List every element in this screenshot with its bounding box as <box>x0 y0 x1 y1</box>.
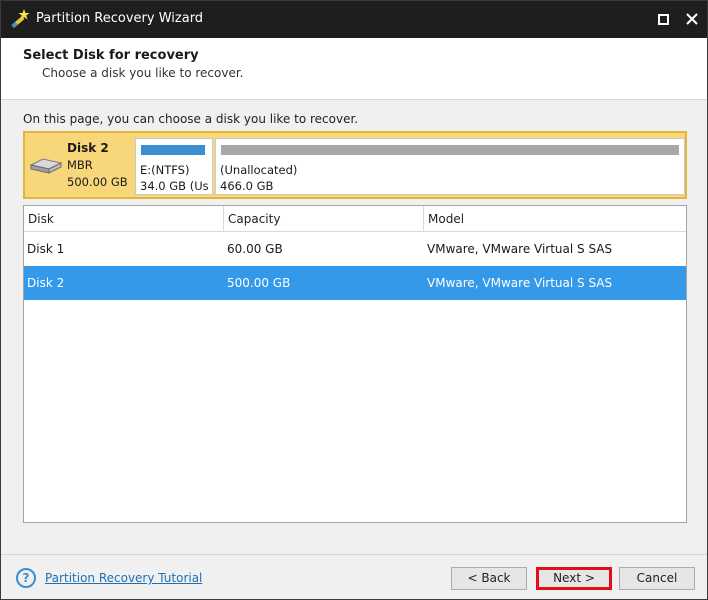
disk-map-selected[interactable]: Disk 2 MBR 500.00 GB E:(NTFS) 34.0 GB (U… <box>23 131 687 199</box>
cell-capacity: 500.00 GB <box>227 276 291 290</box>
hard-disk-icon <box>29 155 63 175</box>
next-button[interactable]: Next > <box>536 567 612 590</box>
partition-usage-bar <box>141 145 205 155</box>
tutorial-link[interactable]: Partition Recovery Tutorial <box>45 571 202 585</box>
partition-usage-bar <box>221 145 679 155</box>
column-header-disk[interactable]: Disk <box>24 206 224 232</box>
intro-text: On this page, you can choose a disk you … <box>23 112 359 126</box>
table-header: Disk Capacity Model <box>24 206 686 232</box>
partition-recovery-wizard-window: Partition Recovery Wizard Select Disk fo… <box>0 0 708 600</box>
disk-list-table: Disk Capacity Model Disk 1 60.00 GB VMwa… <box>23 205 687 523</box>
disk-type: MBR <box>67 158 93 172</box>
disk-info-block[interactable]: Disk 2 MBR 500.00 GB <box>25 133 135 197</box>
partition-unallocated[interactable]: (Unallocated) 466.0 GB <box>215 138 685 195</box>
close-icon <box>686 13 698 25</box>
maximize-button[interactable] <box>649 1 679 38</box>
cell-model: VMware, VMware Virtual S SAS <box>427 242 613 256</box>
disk-size: 500.00 GB <box>67 175 128 189</box>
table-row-selected[interactable]: Disk 2 500.00 GB VMware, VMware Virtual … <box>24 266 686 300</box>
wizard-header: Select Disk for recovery Choose a disk y… <box>1 38 707 100</box>
footer-divider <box>1 554 707 555</box>
cell-capacity: 60.00 GB <box>227 242 283 256</box>
close-button[interactable] <box>677 1 707 38</box>
title-bar[interactable]: Partition Recovery Wizard <box>1 1 707 38</box>
cancel-button[interactable]: Cancel <box>619 567 695 590</box>
partition-label: (Unallocated) <box>220 163 298 177</box>
page-title: Select Disk for recovery <box>23 48 199 63</box>
cell-model: VMware, VMware Virtual S SAS <box>427 276 613 290</box>
column-header-capacity[interactable]: Capacity <box>224 206 424 232</box>
back-button[interactable]: < Back <box>451 567 527 590</box>
page-subtitle: Choose a disk you like to recover. <box>42 66 244 80</box>
partition-size: 34.0 GB (Us <box>140 179 209 193</box>
partition-e-ntfs[interactable]: E:(NTFS) 34.0 GB (Us <box>135 138 213 195</box>
column-header-model[interactable]: Model <box>424 206 686 232</box>
cell-disk: Disk 1 <box>27 242 65 256</box>
cell-disk: Disk 2 <box>27 276 65 290</box>
table-row[interactable]: Disk 1 60.00 GB VMware, VMware Virtual S… <box>24 232 686 266</box>
help-question-icon[interactable]: ? <box>16 568 36 588</box>
partition-size: 466.0 GB <box>220 179 274 193</box>
wizard-wand-icon <box>9 8 31 30</box>
partition-label: E:(NTFS) <box>140 163 190 177</box>
disk-name: Disk 2 <box>67 141 109 155</box>
window-title: Partition Recovery Wizard <box>36 11 204 26</box>
maximize-icon <box>658 14 669 25</box>
